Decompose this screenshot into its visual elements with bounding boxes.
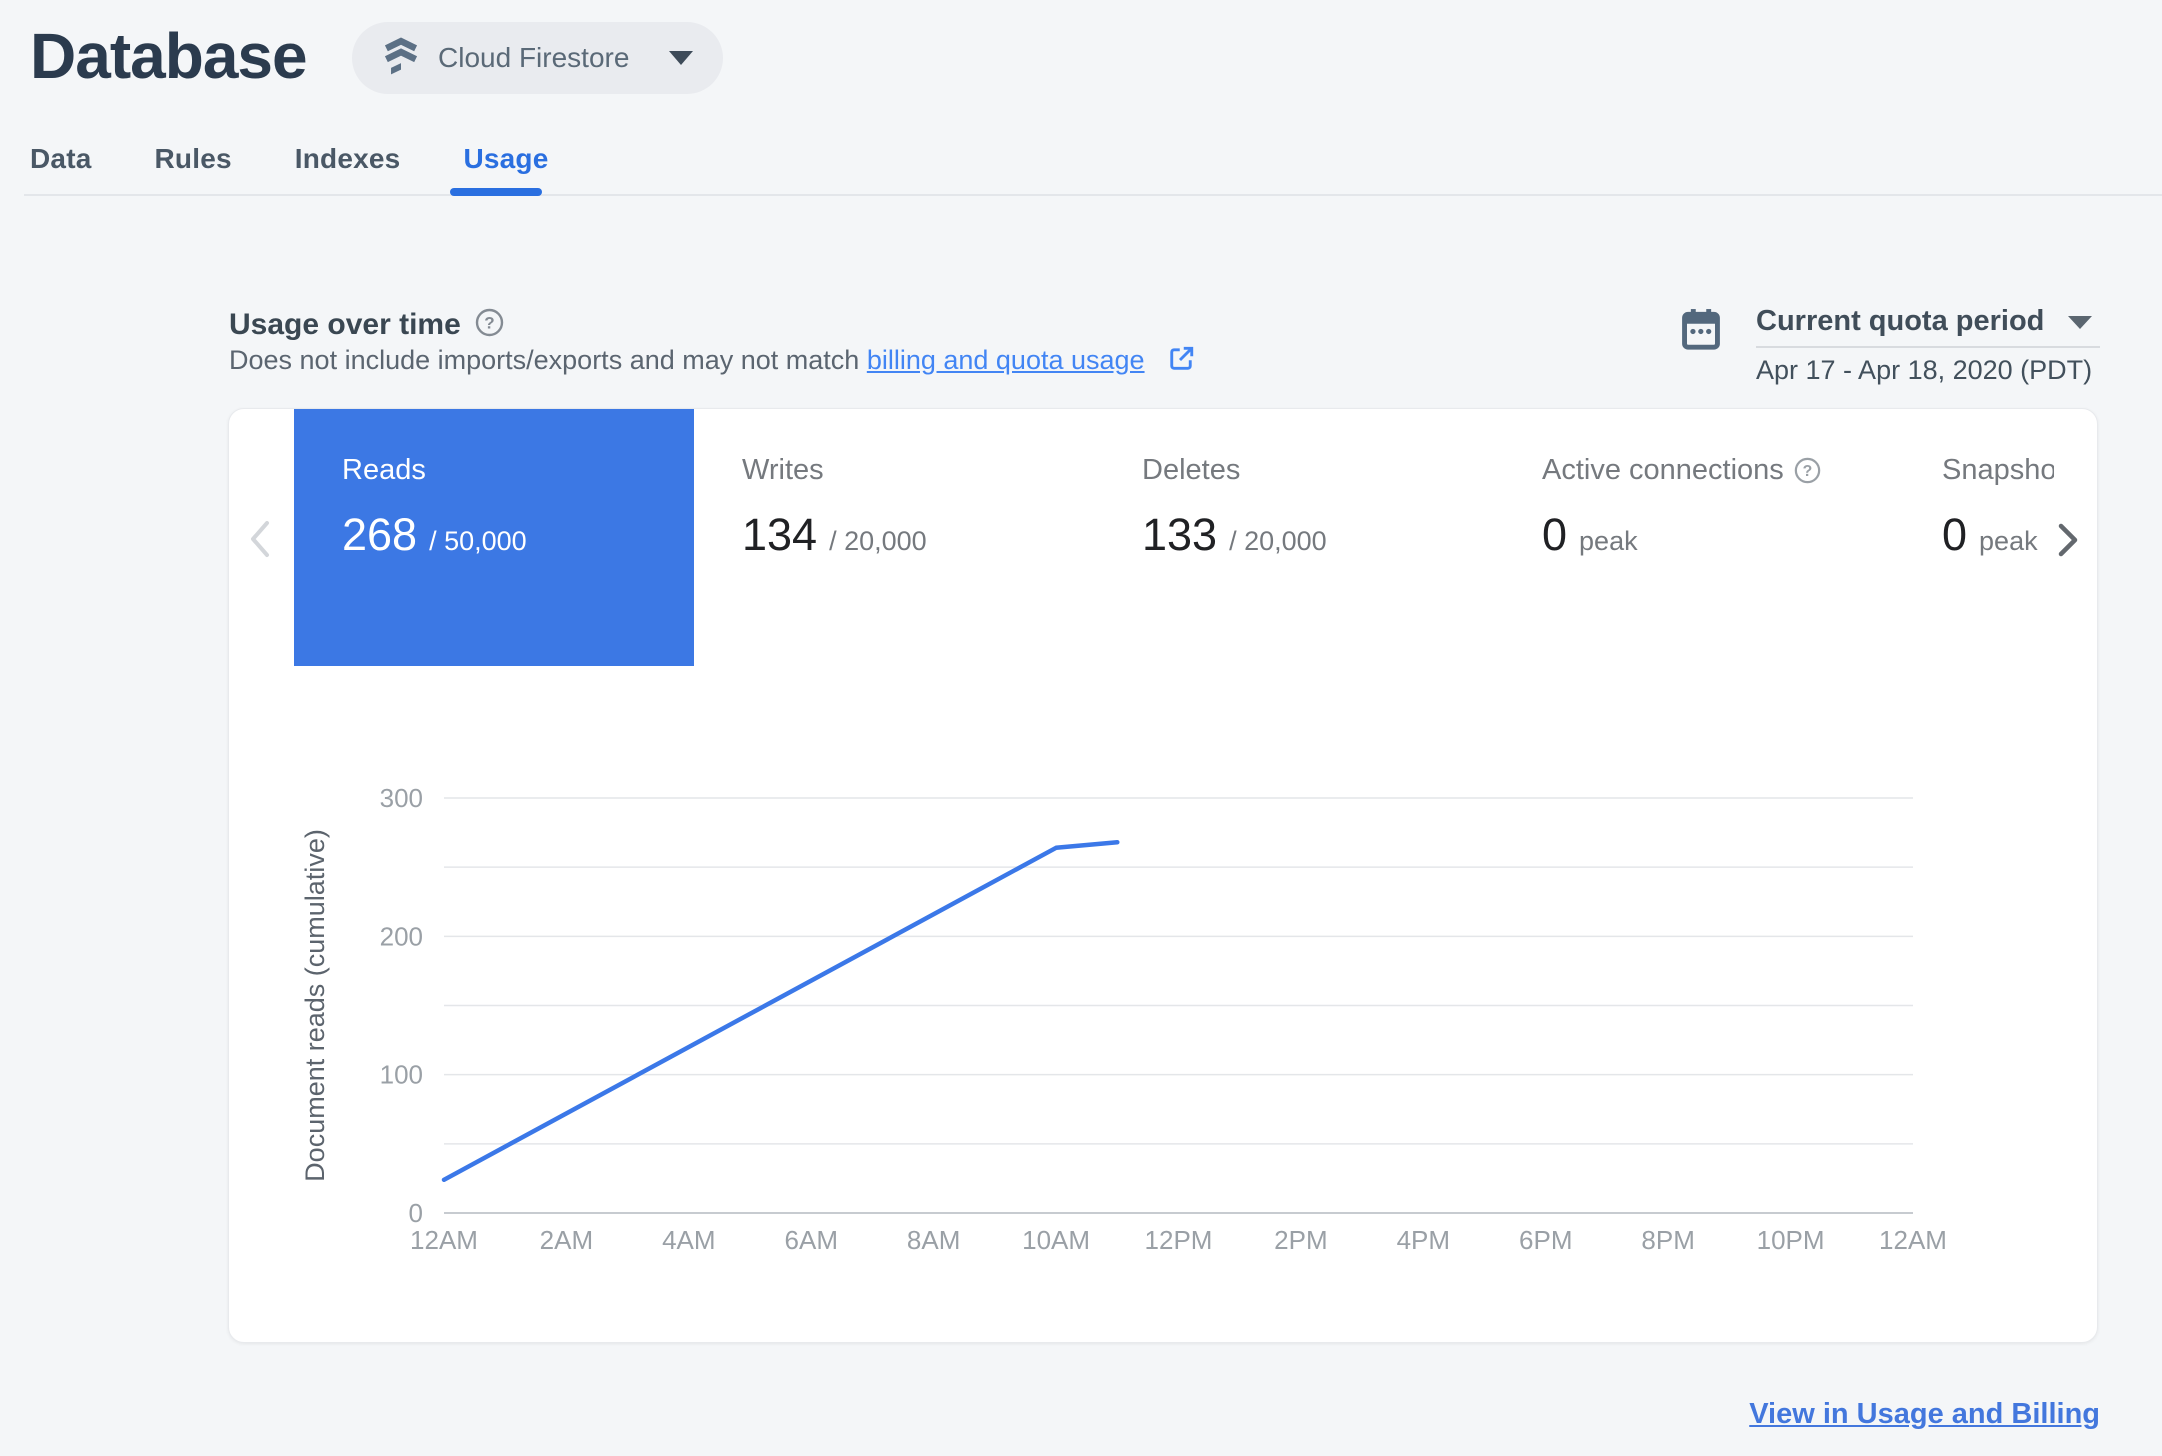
svg-text:12AM: 12AM xyxy=(1879,1225,1947,1255)
svg-text:100: 100 xyxy=(380,1060,423,1090)
quota-period-label: Current quota period xyxy=(1756,304,2045,337)
view-usage-billing-link[interactable]: View in Usage and Billing xyxy=(1749,1398,2100,1431)
metric-tile-writes[interactable]: Writes 134 / 20,000 xyxy=(694,409,1094,666)
chevron-right-icon[interactable] xyxy=(2053,521,2083,564)
svg-text:?: ? xyxy=(484,314,494,333)
metric-label: Active connections xyxy=(1542,454,1784,486)
metric-limit: peak xyxy=(1579,526,1638,556)
metric-label: Writes xyxy=(742,454,824,486)
subtitle-text: Does not include imports/exports and may… xyxy=(229,345,867,375)
firestore-usage-page: Database Cloud Firestore Data Rules Inde… xyxy=(0,0,2162,1456)
svg-text:4PM: 4PM xyxy=(1397,1225,1450,1255)
tab-divider xyxy=(24,194,2162,196)
active-tab-indicator xyxy=(450,188,542,196)
svg-text:?: ? xyxy=(1802,463,1812,480)
svg-text:0: 0 xyxy=(409,1198,423,1228)
tab-data[interactable]: Data xyxy=(30,142,92,176)
svg-text:300: 300 xyxy=(380,783,423,813)
quota-period-selector[interactable]: Current quota period Apr 17 - Apr 18, 20… xyxy=(1756,304,2100,386)
product-selector[interactable]: Cloud Firestore xyxy=(352,22,724,94)
quota-period-range: Apr 17 - Apr 18, 2020 (PDT) xyxy=(1756,355,2093,385)
usage-panel: Reads 268 / 50,000 Writes 134 / 20,000 Del… xyxy=(228,408,2098,1343)
svg-text:2AM: 2AM xyxy=(540,1225,593,1255)
open-in-new-icon[interactable] xyxy=(1166,344,1196,381)
svg-text:6AM: 6AM xyxy=(785,1225,838,1255)
usage-section-subtitle: Does not include imports/exports and may… xyxy=(229,344,1196,381)
metric-label: Snapshot xyxy=(1942,454,2054,486)
usage-section-title: Usage over time xyxy=(229,308,461,341)
svg-text:10AM: 10AM xyxy=(1022,1225,1090,1255)
metric-value: 133 xyxy=(1142,509,1218,560)
metric-tile-reads[interactable]: Reads 268 / 50,000 xyxy=(294,409,694,666)
metric-value: 268 xyxy=(342,509,418,560)
svg-text:12AM: 12AM xyxy=(410,1225,478,1255)
metric-label: Deletes xyxy=(1142,454,1241,486)
svg-text:8PM: 8PM xyxy=(1641,1225,1694,1255)
svg-text:12PM: 12PM xyxy=(1145,1225,1213,1255)
tab-rules[interactable]: Rules xyxy=(155,142,232,176)
metric-value: 0 xyxy=(1942,509,1968,560)
calendar-icon xyxy=(1680,306,1722,357)
firestore-icon xyxy=(382,36,420,81)
chevron-down-icon xyxy=(669,51,694,65)
metric-tile-deletes[interactable]: Deletes 133 / 20,000 xyxy=(1094,409,1494,666)
chevron-down-icon xyxy=(2068,316,2092,329)
chevron-left-icon[interactable] xyxy=(243,517,279,564)
metric-label: Reads xyxy=(342,454,426,486)
svg-text:Document reads (cumulative): Document reads (cumulative) xyxy=(300,829,330,1182)
metric-value: 134 xyxy=(742,509,818,560)
metric-limit: / 20,000 xyxy=(829,526,927,556)
metric-limit: / 50,000 xyxy=(429,526,527,556)
metric-limit: peak xyxy=(1979,526,2038,556)
svg-text:10PM: 10PM xyxy=(1757,1225,1825,1255)
svg-text:4AM: 4AM xyxy=(662,1225,715,1255)
product-selector-label: Cloud Firestore xyxy=(438,42,630,73)
tab-indexes[interactable]: Indexes xyxy=(295,142,401,176)
metric-value: 0 xyxy=(1542,509,1568,560)
metric-limit: / 20,000 xyxy=(1229,526,1327,556)
page-title: Database xyxy=(30,20,308,92)
svg-text:8AM: 8AM xyxy=(907,1225,960,1255)
svg-text:2PM: 2PM xyxy=(1274,1225,1327,1255)
svg-text:200: 200 xyxy=(380,921,423,951)
metric-tile-snapshot[interactable]: Snapshot 0 peak xyxy=(1894,409,2054,666)
tab-bar: Data Rules Indexes Usage xyxy=(30,142,548,176)
metric-tile-active-connections[interactable]: Active connections ? 0 peak xyxy=(1494,409,1894,666)
tab-usage[interactable]: Usage xyxy=(463,142,548,176)
usage-line-chart: 0 100 200 300 12AM 2AM 4AM 6AM 8AM 10AM 12PM 2PM 4PM… xyxy=(300,783,1947,1255)
help-circle-icon[interactable]: ? xyxy=(475,308,504,342)
help-circle-icon[interactable]: ? xyxy=(1794,457,1821,484)
svg-text:6PM: 6PM xyxy=(1519,1225,1572,1255)
period-divider xyxy=(1756,346,2100,348)
billing-quota-link[interactable]: billing and quota usage xyxy=(867,345,1145,375)
